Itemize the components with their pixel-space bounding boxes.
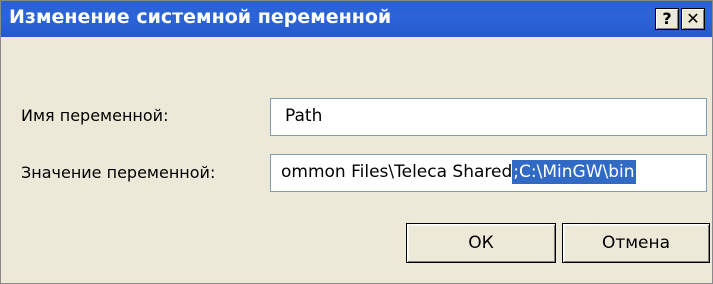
help-button[interactable]: ? bbox=[655, 8, 679, 30]
variable-value-label: Значение переменной: bbox=[21, 163, 216, 182]
variable-name-label: Имя переменной: bbox=[21, 106, 169, 125]
title-bar[interactable]: Изменение системной переменной ? ✕ bbox=[1, 1, 712, 37]
help-question-icon: ? bbox=[662, 9, 672, 28]
window-title: Изменение системной переменной bbox=[9, 6, 392, 28]
variable-name-text: Path bbox=[285, 106, 323, 126]
close-x-icon: ✕ bbox=[686, 9, 700, 28]
cancel-button[interactable]: Отмена bbox=[562, 223, 710, 263]
variable-value-input[interactable]: ommon Files\Teleca Shared;C:\MinGW\bin bbox=[270, 154, 707, 192]
edit-system-variable-dialog: Изменение системной переменной ? ✕ Имя п… bbox=[0, 0, 713, 284]
ok-button[interactable]: ОК bbox=[406, 223, 556, 263]
variable-value-text: ommon Files\Teleca Shared bbox=[281, 162, 513, 182]
variable-value-selection: ;C:\MinGW\bin bbox=[512, 160, 636, 184]
close-button[interactable]: ✕ bbox=[681, 8, 705, 30]
variable-name-input[interactable]: Path bbox=[270, 98, 707, 136]
